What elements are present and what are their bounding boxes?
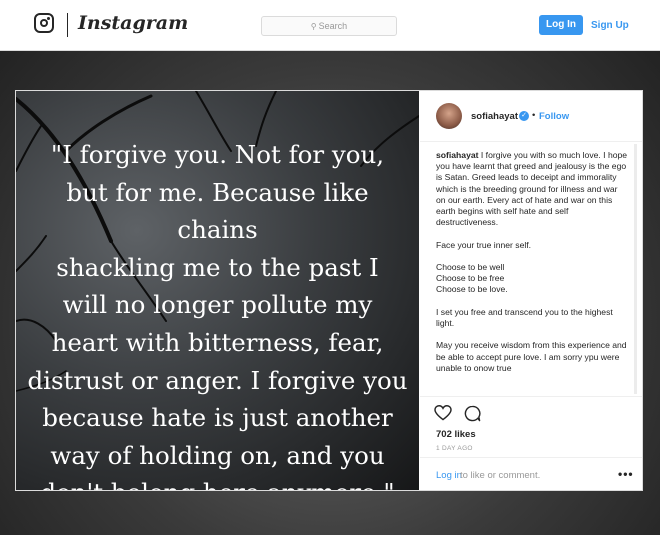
- quote-line: shackling me to the past I: [56, 252, 379, 282]
- more-options-icon[interactable]: •••: [618, 467, 634, 481]
- caption-paragraph: Face your true inner self.: [436, 239, 532, 250]
- post-actions: 702 likes 1 DAY AGO Log in to like or co…: [420, 396, 642, 491]
- search-placeholder: Search: [318, 21, 348, 31]
- search-input[interactable]: ⚲ Search: [261, 16, 397, 36]
- quote-line: distrust or anger. I forgive you: [27, 365, 408, 395]
- caption-text: I forgive you with so much love. I hope …: [436, 150, 628, 228]
- caption-line: Choose to be free: [436, 273, 505, 284]
- quote-line: way of holding on, and you: [50, 440, 385, 470]
- quote-text: "I forgive you. Not for you, but for me.…: [24, 136, 411, 490]
- post-caption: sofiahayat I forgive you with so much lo…: [436, 150, 628, 394]
- likes-count[interactable]: 702 likes: [436, 429, 476, 440]
- quote-line: "I forgive you. Not for you,: [50, 140, 385, 169]
- separator-dot: •: [532, 110, 536, 121]
- search-icon: ⚲: [310, 22, 317, 31]
- post-username[interactable]: sofiahayat: [471, 111, 518, 122]
- post-header: sofiahayat ✓ • Follow: [420, 91, 642, 142]
- quote-line: heart with bitterness, fear,: [51, 327, 384, 357]
- verified-badge-icon: ✓: [519, 111, 529, 121]
- comment-bar: Log in to like or comment. •••: [420, 457, 642, 492]
- quote-line: will no longer pollute my: [62, 290, 373, 320]
- caption-paragraph: May you receive wisdom from this experie…: [436, 340, 627, 373]
- instagram-wordmark[interactable]: Instagram: [78, 12, 188, 34]
- nav-divider: [67, 13, 68, 37]
- heart-icon[interactable]: [434, 405, 452, 421]
- post-timestamp: 1 DAY AGO: [436, 445, 473, 452]
- post-card: "I forgive you. Not for you, but for me.…: [15, 90, 643, 491]
- post-sidebar: sofiahayat ✓ • Follow sofiahayat I forgi…: [420, 91, 642, 490]
- top-nav: Instagram ⚲ Search Log In Sign Up: [0, 0, 660, 51]
- quote-line: because hate is just another: [42, 403, 393, 433]
- post-photo[interactable]: "I forgive you. Not for you, but for me.…: [16, 91, 419, 490]
- comment-login-link[interactable]: Log in: [436, 470, 462, 481]
- caption-line: Choose to be well: [436, 262, 505, 272]
- caption-username[interactable]: sofiahayat: [436, 150, 479, 160]
- caption-scrollbar[interactable]: [634, 144, 637, 394]
- comment-bubble-icon[interactable]: [464, 405, 481, 422]
- quote-line: don't belong here anymore.": [24, 474, 411, 490]
- comment-prompt: to like or comment.: [460, 470, 541, 481]
- avatar[interactable]: [436, 103, 462, 129]
- signup-link[interactable]: Sign Up: [591, 20, 629, 31]
- follow-button[interactable]: Follow: [539, 111, 569, 122]
- quote-line: but for me. Because like chains: [66, 177, 369, 245]
- caption-line: Choose to be love.: [436, 284, 508, 295]
- instagram-glyph-icon[interactable]: [34, 13, 54, 33]
- caption-paragraph: I set you free and transcend you to the …: [436, 306, 613, 328]
- login-button[interactable]: Log In: [539, 15, 583, 35]
